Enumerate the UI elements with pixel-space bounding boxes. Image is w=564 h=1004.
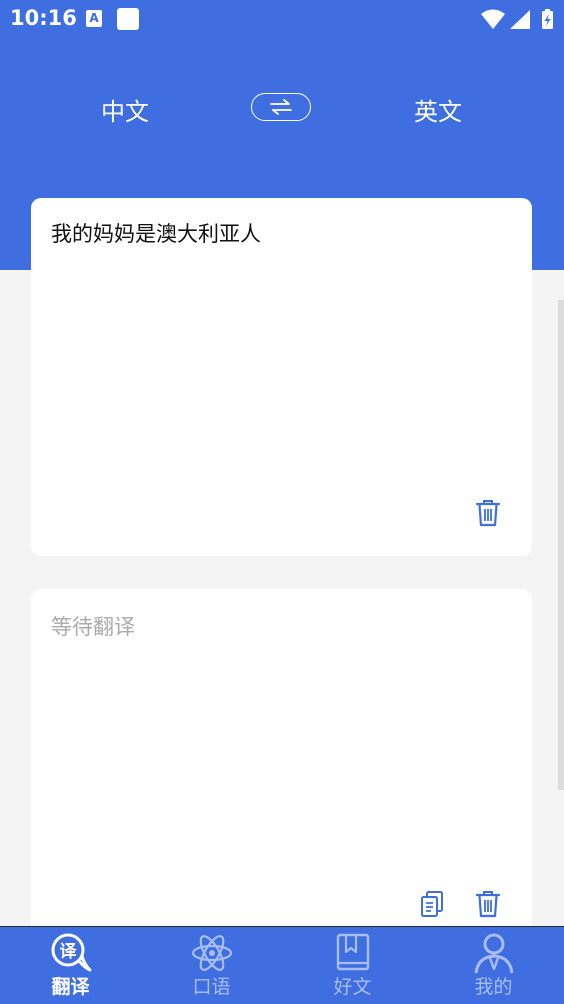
translator-screen: 10:16 A 中文 英文 我的妈妈是澳大利亚人 等待翻译 译 翻译 口语 好文… — [0, 0, 564, 1004]
nav-label-translate: 翻译 — [51, 976, 90, 998]
battery-icon — [542, 9, 553, 29]
translate-icon-glyph: 译 — [59, 942, 77, 962]
nav-label-speaking: 口语 — [192, 976, 231, 998]
nav-articles[interactable]: 好文 — [282, 931, 423, 1003]
wifi-icon — [481, 9, 505, 29]
status-time: 10:16 — [10, 6, 77, 30]
copy-output-button[interactable] — [417, 889, 447, 919]
nav-label-articles: 好文 — [333, 976, 372, 998]
output-placeholder: 等待翻译 — [51, 615, 135, 639]
square-notification-icon — [117, 8, 139, 30]
nav-translate[interactable]: 译 翻译 — [0, 931, 141, 1003]
nav-label-profile: 我的 — [474, 976, 513, 998]
profile-icon — [423, 931, 564, 975]
status-icons — [480, 8, 556, 30]
copy-icon — [421, 891, 443, 917]
input-text-field[interactable]: 我的妈妈是澳大利亚人 — [51, 218, 261, 248]
clear-output-button[interactable] — [473, 889, 503, 919]
atom-icon — [141, 931, 282, 975]
trash-icon — [475, 891, 501, 918]
book-icon — [282, 931, 423, 975]
input-card: 我的妈妈是澳大利亚人 — [31, 198, 532, 556]
a-notification-icon: A — [86, 10, 102, 27]
scrollbar[interactable] — [558, 300, 564, 790]
translate-icon: 译 — [0, 931, 141, 975]
source-language-button[interactable]: 中文 — [101, 92, 149, 127]
status-bar: 10:16 A — [0, 0, 564, 40]
nav-profile[interactable]: 我的 — [423, 931, 564, 1003]
nav-speaking[interactable]: 口语 — [141, 931, 282, 1003]
trash-icon — [475, 500, 501, 527]
swap-language-button[interactable] — [251, 93, 311, 121]
target-language-button[interactable]: 英文 — [414, 92, 462, 127]
clear-input-button[interactable] — [473, 498, 503, 528]
signal-icon — [510, 10, 530, 29]
output-card: 等待翻译 — [31, 589, 532, 949]
bottom-navigation: 译 翻译 口语 好文 我的 — [0, 926, 564, 1004]
swap-arrows-icon — [270, 99, 292, 115]
